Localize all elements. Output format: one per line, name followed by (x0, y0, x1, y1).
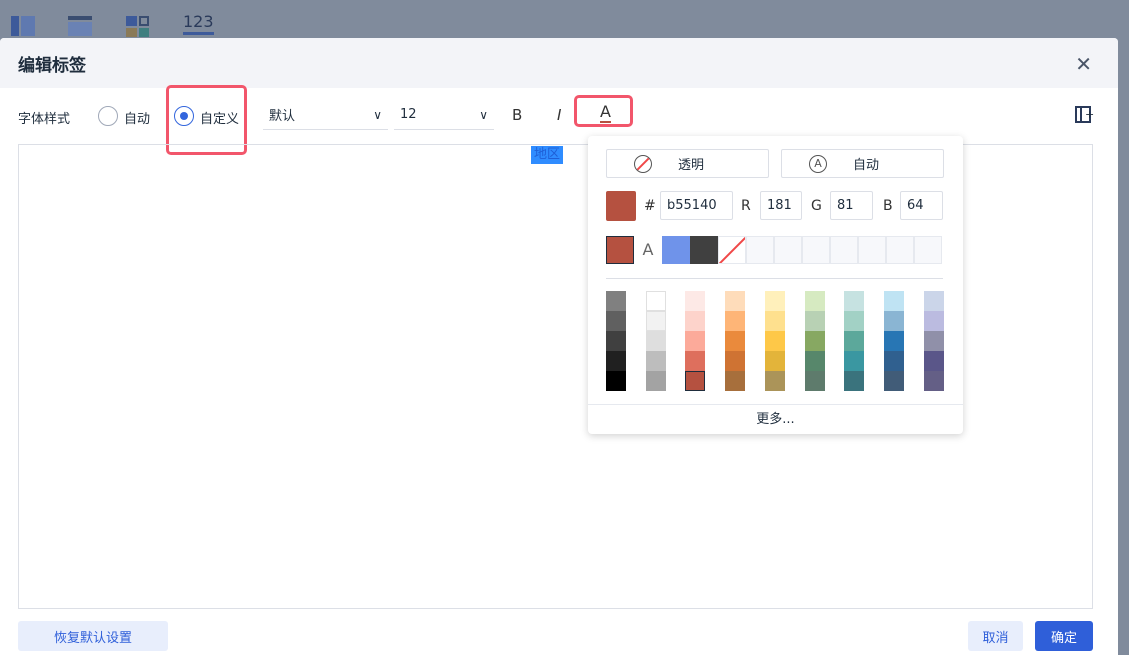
divider (588, 404, 963, 405)
chevron-down-icon: ∨ (373, 107, 382, 122)
g-input[interactable]: 81 (830, 191, 873, 220)
recent-color-empty[interactable] (802, 236, 830, 264)
palette-swatch[interactable] (923, 371, 944, 391)
highlight-box (574, 95, 633, 127)
r-input[interactable]: 181 (760, 191, 802, 220)
palette-swatch[interactable] (804, 351, 825, 371)
palette-swatch[interactable] (844, 371, 865, 391)
color-picker-popup: 透明 A 自动 # b55140 R 181 G 81 B 64 A 更多... (588, 136, 963, 434)
palette-swatch[interactable] (844, 351, 865, 371)
palette-swatch[interactable] (725, 351, 746, 371)
palette-swatch[interactable] (804, 371, 825, 391)
radio-auto-label: 自动 (124, 112, 151, 127)
italic-icon[interactable]: I (557, 106, 561, 124)
palette-swatch[interactable] (725, 331, 746, 351)
r-label: R (741, 198, 751, 214)
recent-color-empty[interactable] (858, 236, 886, 264)
transparent-label: 透明 (678, 158, 705, 173)
recent-color-empty[interactable] (746, 236, 774, 264)
palette-swatch[interactable] (645, 331, 666, 351)
palette-swatch[interactable] (606, 331, 626, 351)
palette-swatch[interactable] (685, 331, 706, 351)
palette-swatch[interactable] (883, 351, 904, 371)
palette-swatch[interactable] (685, 371, 706, 391)
current-color-swatch (606, 191, 636, 221)
chevron-down-icon: ∨ (479, 107, 488, 122)
palette-swatch[interactable] (645, 351, 666, 371)
table-layout-icon[interactable] (11, 14, 35, 36)
palette-swatch[interactable] (645, 291, 666, 311)
recent-color-swatch[interactable] (606, 236, 634, 264)
palette-swatch[interactable] (725, 371, 746, 391)
palette-swatch[interactable] (606, 311, 626, 331)
palette-swatch[interactable] (804, 291, 825, 311)
palette-swatch[interactable] (764, 331, 785, 351)
font-size-value: 12 (400, 107, 417, 122)
recent-color-empty[interactable] (914, 236, 942, 264)
palette-swatch[interactable] (923, 351, 944, 371)
palette-swatch[interactable] (844, 311, 865, 331)
reset-default-button[interactable]: 恢复默认设置 (18, 621, 168, 651)
recent-color-none[interactable] (718, 236, 746, 264)
palette-swatch[interactable] (645, 311, 666, 331)
palette-swatch[interactable] (606, 351, 626, 371)
palette-swatch[interactable] (923, 331, 944, 351)
palette-swatch[interactable] (844, 331, 865, 351)
cancel-button[interactable]: 取消 (968, 621, 1023, 651)
palette-swatch[interactable] (883, 331, 904, 351)
cross-table-icon[interactable] (68, 14, 92, 36)
palette-swatch[interactable] (923, 291, 944, 311)
palette-swatch[interactable] (923, 311, 944, 331)
bold-icon[interactable]: B (512, 106, 522, 124)
recent-color-swatch[interactable] (662, 236, 690, 264)
radio-auto[interactable] (98, 106, 118, 126)
confirm-button[interactable]: 确定 (1035, 621, 1093, 651)
palette-swatch[interactable] (844, 291, 865, 311)
transparent-button[interactable]: 透明 (606, 149, 769, 178)
auto-color-button[interactable]: A 自动 (781, 149, 944, 178)
palette-swatch[interactable] (685, 311, 706, 331)
palette-swatch[interactable] (804, 311, 825, 331)
recent-color-auto[interactable]: A (634, 236, 662, 264)
recent-color-empty[interactable] (774, 236, 802, 264)
palette-swatch[interactable] (764, 291, 785, 311)
palette-swatch[interactable] (804, 331, 825, 351)
dashboard-icon[interactable] (126, 14, 150, 37)
palette-swatch[interactable] (764, 351, 785, 371)
palette-swatch[interactable] (685, 351, 706, 371)
more-colors-link[interactable]: 更多... (588, 408, 963, 427)
number-card-icon[interactable]: 123 (183, 12, 214, 35)
hex-input[interactable]: b55140 (660, 191, 733, 220)
font-style-label: 字体样式 (18, 112, 71, 127)
palette-swatch[interactable] (606, 291, 626, 311)
palette-swatch[interactable] (685, 291, 706, 311)
divider (606, 278, 943, 279)
font-size-select[interactable]: 12 ∨ (394, 100, 494, 130)
palette-swatch[interactable] (645, 371, 666, 391)
palette-swatch[interactable] (883, 311, 904, 331)
recent-color-swatch[interactable] (690, 236, 718, 264)
b-input[interactable]: 64 (900, 191, 943, 220)
hash-label: # (644, 198, 656, 214)
palette-swatch[interactable] (764, 311, 785, 331)
g-label: G (811, 198, 822, 214)
insert-field-icon[interactable]: + (1075, 106, 1094, 123)
palette-swatch[interactable] (883, 291, 904, 311)
close-icon[interactable]: ✕ (1075, 52, 1092, 76)
font-family-select[interactable]: 默认 ∨ (263, 100, 388, 130)
font-family-value: 默认 (269, 109, 296, 124)
transparent-icon (634, 154, 652, 173)
palette-swatch[interactable] (883, 371, 904, 391)
recent-color-empty[interactable] (886, 236, 914, 264)
palette-swatch[interactable] (725, 291, 746, 311)
palette-swatch[interactable] (764, 371, 785, 391)
auto-color-icon: A (809, 154, 827, 173)
field-tag[interactable]: 地区 (531, 146, 564, 164)
recent-color-empty[interactable] (830, 236, 858, 264)
palette-swatch[interactable] (606, 371, 626, 391)
auto-color-label: 自动 (853, 158, 880, 173)
palette-swatch[interactable] (725, 311, 746, 331)
b-label: B (883, 198, 893, 214)
dialog-title: 编辑标签 (0, 38, 1118, 88)
